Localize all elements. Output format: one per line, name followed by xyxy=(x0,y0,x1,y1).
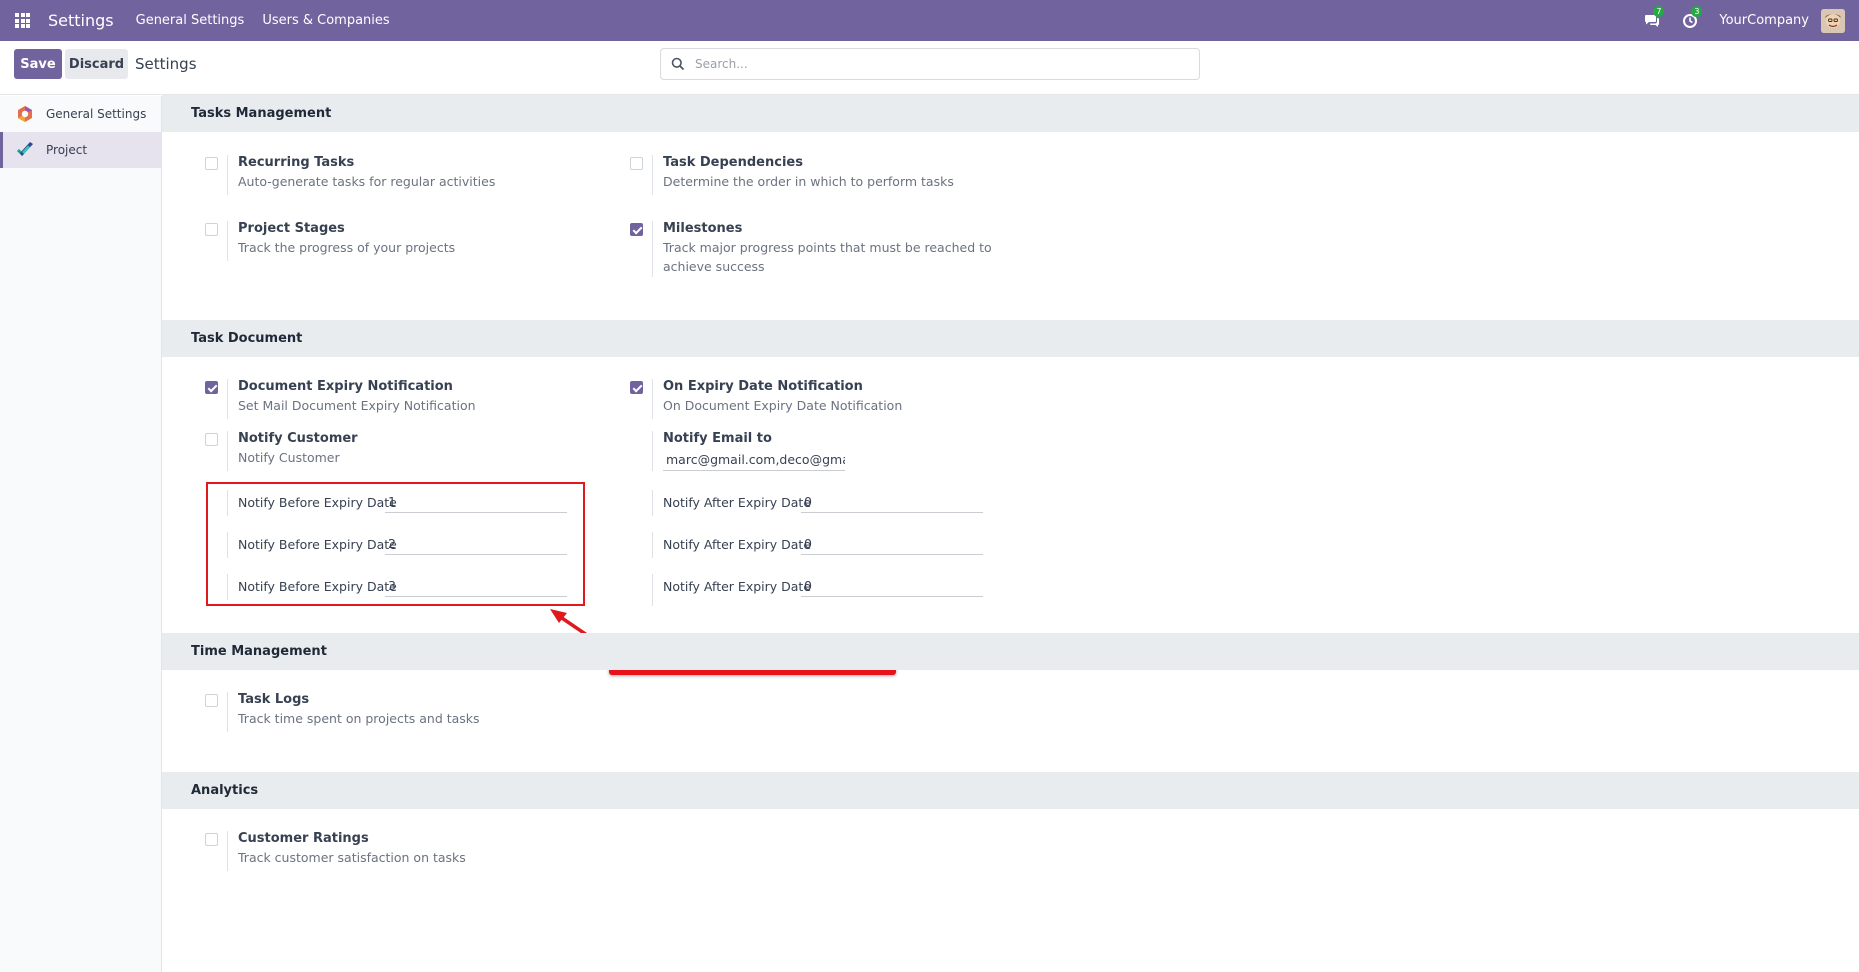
menu-general-settings[interactable]: General Settings xyxy=(136,13,245,28)
activities-clock-icon[interactable]: 3 xyxy=(1681,5,1703,30)
divider xyxy=(227,431,228,471)
search-input[interactable] xyxy=(695,57,1175,71)
divider xyxy=(652,574,653,606)
project-stages-checkbox[interactable] xyxy=(205,223,218,236)
notify-after-3-label: Notify After Expiry Date xyxy=(663,579,812,594)
customer-ratings-checkbox[interactable] xyxy=(205,833,218,846)
notify-customer-title: Notify Customer xyxy=(238,431,358,446)
divider xyxy=(652,532,653,558)
task-dependencies-checkbox[interactable] xyxy=(630,157,643,170)
customer-ratings-desc: Track customer satisfaction on tasks xyxy=(238,850,466,865)
divider xyxy=(227,379,228,419)
divider xyxy=(227,831,228,871)
divider xyxy=(652,379,653,419)
user-avatar[interactable] xyxy=(1821,8,1845,33)
document-expiry-notification-desc: Set Mail Document Expiry Notification xyxy=(238,398,476,413)
notify-after-1-input[interactable]: 0 xyxy=(801,493,983,513)
section-task-document: Task Document xyxy=(162,320,1859,357)
search-icon xyxy=(671,57,685,71)
section-time-management: Time Management xyxy=(162,633,1859,670)
settings-sidebar: General Settings Project xyxy=(0,96,162,972)
notify-after-2-input[interactable]: 0 xyxy=(801,535,983,555)
milestones-title: Milestones xyxy=(663,221,743,236)
divider xyxy=(227,155,228,195)
divider xyxy=(227,692,228,732)
apps-grid-icon[interactable] xyxy=(15,13,30,28)
messages-badge: 7 xyxy=(1653,5,1665,17)
notify-email-title: Notify Email to xyxy=(663,431,772,446)
top-navbar: Settings General Settings Users & Compan… xyxy=(0,0,1859,41)
divider xyxy=(652,155,653,195)
milestones-checkbox[interactable] xyxy=(630,223,643,236)
sidebar-item-project[interactable]: Project xyxy=(0,132,161,168)
document-expiry-notification-checkbox[interactable] xyxy=(205,381,218,394)
project-stages-title: Project Stages xyxy=(238,221,345,236)
on-expiry-date-title: On Expiry Date Notification xyxy=(663,379,863,394)
notify-email-field[interactable]: marc@gmail.com,deco@gmail. xyxy=(663,451,845,471)
sidebar-item-general-settings[interactable]: General Settings xyxy=(0,96,161,132)
recurring-tasks-checkbox[interactable] xyxy=(205,157,218,170)
app-brand[interactable]: Settings xyxy=(48,11,114,30)
company-switcher[interactable]: YourCompany xyxy=(1719,13,1809,28)
notify-customer-checkbox[interactable] xyxy=(205,433,218,446)
task-logs-checkbox[interactable] xyxy=(205,694,218,707)
sidebar-item-label: Project xyxy=(46,143,88,157)
annotation-highlight-box xyxy=(206,482,585,606)
on-expiry-date-desc: On Document Expiry Date Notification xyxy=(663,398,903,413)
messages-icon[interactable]: 7 xyxy=(1643,5,1665,30)
notify-after-2-label: Notify After Expiry Date xyxy=(663,537,812,552)
task-logs-title: Task Logs xyxy=(238,692,310,707)
save-button[interactable]: Save xyxy=(14,49,62,79)
divider xyxy=(652,431,653,471)
activities-badge: 3 xyxy=(1691,5,1703,17)
recurring-tasks-title: Recurring Tasks xyxy=(238,155,355,170)
divider xyxy=(652,490,653,516)
page-title: Settings xyxy=(135,55,197,73)
notify-after-3-input[interactable]: 0 xyxy=(801,577,983,597)
task-dependencies-desc: Determine the order in which to perform … xyxy=(663,174,954,189)
milestones-desc: Track major progress points that must be… xyxy=(663,240,992,274)
notify-after-1-label: Notify After Expiry Date xyxy=(663,495,812,510)
control-panel: Save Discard Settings xyxy=(0,41,1859,95)
document-expiry-notification-title: Document Expiry Notification xyxy=(238,379,453,394)
divider xyxy=(227,221,228,261)
task-logs-desc: Track time spent on projects and tasks xyxy=(238,711,480,726)
task-dependencies-title: Task Dependencies xyxy=(663,155,803,170)
menu-users-companies[interactable]: Users & Companies xyxy=(262,13,389,28)
discard-button[interactable]: Discard xyxy=(65,49,128,79)
notify-customer-desc: Notify Customer xyxy=(238,450,340,465)
on-expiry-date-checkbox[interactable] xyxy=(630,381,643,394)
recurring-tasks-desc: Auto-generate tasks for regular activiti… xyxy=(238,174,496,189)
search-box[interactable] xyxy=(660,48,1200,80)
section-tasks-management: Tasks Management xyxy=(162,95,1859,132)
project-check-icon xyxy=(16,141,34,159)
section-analytics: Analytics xyxy=(162,772,1859,809)
customer-ratings-title: Customer Ratings xyxy=(238,831,369,846)
project-stages-desc: Track the progress of your projects xyxy=(238,240,456,255)
divider xyxy=(652,221,653,277)
odoo-logo-icon xyxy=(16,105,34,123)
sidebar-item-label: General Settings xyxy=(46,107,147,121)
